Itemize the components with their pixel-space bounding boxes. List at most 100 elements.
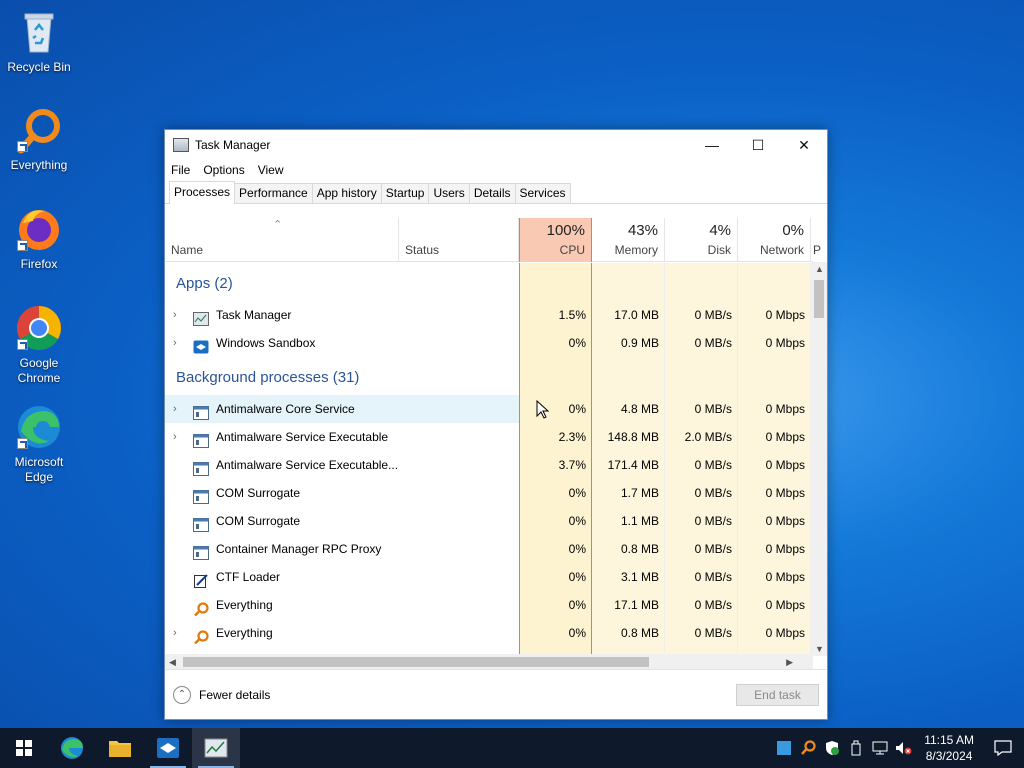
desktop-icon-edge[interactable]: Microsoft Edge [1, 403, 77, 485]
edge-icon [61, 737, 83, 759]
table-row[interactable]: › Windows Sandbox 0% 0.9 MB 0 MB/s 0 Mbp… [165, 329, 813, 357]
task-manager-window: Task Manager — ☐ ✕ File Options View Pro… [164, 129, 828, 720]
expand-chevron-icon[interactable]: › [173, 329, 177, 357]
cpu-value: 0% [568, 514, 586, 528]
tray-volume-muted-icon[interactable] [892, 728, 916, 768]
taskbar: 11:15 AM 8/3/2024 [0, 728, 1024, 768]
menu-file[interactable]: File [171, 163, 190, 177]
close-button[interactable]: ✕ [781, 130, 827, 160]
process-name: Container Manager RPC Proxy [216, 542, 382, 556]
magnifier-icon [193, 626, 209, 645]
vertical-scrollbar[interactable]: ▲ ▼ [811, 262, 827, 656]
minimize-button[interactable]: — [689, 130, 735, 160]
firefox-icon [15, 205, 63, 253]
table-row[interactable]: › Everything 0% 0.8 MB 0 MB/s 0 Mbps [165, 619, 813, 647]
service-icon [193, 542, 209, 560]
desktop-icon-chrome[interactable]: Google Chrome [1, 304, 77, 386]
sandbox-icon [193, 336, 209, 354]
cpu-value: 0% [568, 402, 586, 416]
taskbar-windows-sandbox[interactable] [144, 728, 192, 768]
magnifier-icon [193, 598, 209, 617]
title-bar[interactable]: Task Manager — ☐ ✕ [165, 130, 827, 160]
table-row[interactable]: CTF Loader 0% 3.1 MB 0 MB/s 0 Mbps [165, 563, 813, 591]
scroll-up-icon[interactable]: ▲ [815, 264, 824, 274]
fewer-details-label: Fewer details [199, 687, 271, 702]
process-name: COM Surrogate [216, 514, 301, 528]
scroll-left-icon[interactable]: ◀ [169, 657, 176, 668]
column-header-name[interactable]: ⌃ Name [165, 218, 399, 262]
taskbar-task-manager[interactable] [192, 728, 240, 768]
mouse-cursor-icon [536, 400, 550, 419]
tray-network-icon[interactable] [868, 728, 892, 768]
system-clock[interactable]: 11:15 AM 8/3/2024 [916, 732, 982, 764]
table-row[interactable]: › Task Manager 1.5% 17.0 MB 0 MB/s 0 Mbp… [165, 301, 813, 329]
desktop-icon-firefox[interactable]: Firefox [1, 205, 77, 272]
table-row[interactable]: Container Manager RPC Proxy 0% 0.8 MB 0 … [165, 535, 813, 563]
expand-chevron-icon[interactable]: › [173, 423, 177, 451]
process-name: Everything [216, 598, 273, 612]
column-header-status[interactable]: Status [399, 218, 519, 262]
table-row[interactable]: › Antimalware Service Executable 2.3% 14… [165, 423, 813, 451]
column-header-memory[interactable]: 43% Memory [592, 218, 665, 262]
tab-users[interactable]: Users [428, 183, 470, 203]
windows-logo-icon [16, 740, 32, 756]
table-row[interactable]: › Antimalware Core Service 0% 4.8 MB 0 M… [165, 395, 813, 423]
table-row[interactable]: Everything 0% 17.1 MB 0 MB/s 0 Mbps [165, 591, 813, 619]
expand-chevron-icon[interactable]: › [173, 395, 177, 423]
desktop-icon-label: Firefox [20, 257, 58, 271]
horizontal-scrollbar[interactable]: ◀ ▶ [165, 654, 813, 670]
column-header-network[interactable]: 0% Network [738, 218, 811, 262]
scroll-down-icon[interactable]: ▼ [815, 644, 824, 654]
memory-value: 17.0 MB [614, 308, 659, 322]
menu-view[interactable]: View [258, 163, 284, 177]
tab-app-history[interactable]: App history [311, 183, 382, 203]
table-row[interactable]: Antimalware Service Executable... 3.7% 1… [165, 451, 813, 479]
column-header-disk[interactable]: 4% Disk [665, 218, 738, 262]
notification-center-button[interactable] [982, 728, 1024, 768]
maximize-button[interactable]: ☐ [735, 130, 781, 160]
group-header-background: Background processes (31) [176, 369, 360, 386]
cpu-value: 0% [568, 336, 586, 350]
taskbar-edge[interactable] [48, 728, 96, 768]
tray-security-shield-icon[interactable] [820, 728, 844, 768]
tray-sandbox-icon[interactable] [772, 728, 796, 768]
end-task-button[interactable]: End task [736, 683, 819, 706]
disk-value: 0 MB/s [694, 402, 732, 416]
start-button[interactable] [0, 728, 48, 768]
footer: ⌃ Fewer details End task [165, 669, 827, 719]
table-row[interactable]: COM Surrogate 0% 1.7 MB 0 MB/s 0 Mbps [165, 479, 813, 507]
process-name: Everything [216, 626, 273, 640]
cpu-value: 0% [568, 570, 586, 584]
menu-options[interactable]: Options [203, 163, 244, 177]
desktop-icon-everything[interactable]: Everything [1, 106, 77, 173]
tray-everything-icon[interactable] [796, 728, 820, 768]
tab-performance[interactable]: Performance [234, 183, 313, 203]
tab-details[interactable]: Details [468, 183, 516, 203]
process-name: Antimalware Service Executable [216, 430, 389, 444]
cpu-value: 0% [568, 486, 586, 500]
taskbar-file-explorer[interactable] [96, 728, 144, 768]
network-value: 0 Mbps [765, 514, 805, 528]
memory-value: 1.7 MB [620, 486, 659, 500]
table-row[interactable]: COM Surrogate 0% 1.1 MB 0 MB/s 0 Mbps [165, 507, 813, 535]
tab-processes[interactable]: Processes [169, 181, 236, 204]
cpu-value: 1.5% [558, 308, 586, 322]
task-manager-icon [173, 138, 189, 152]
tab-services[interactable]: Services [514, 183, 571, 203]
network-value: 0 Mbps [765, 626, 805, 640]
notification-icon [994, 740, 1012, 756]
service-icon [193, 458, 209, 476]
scroll-right-icon[interactable]: ▶ [786, 657, 793, 668]
expand-chevron-icon[interactable]: › [173, 301, 177, 329]
cpu-value: 2.3% [558, 430, 586, 444]
desktop-icon-recycle-bin[interactable]: Recycle Bin [1, 8, 77, 75]
tray-usb-icon[interactable] [844, 728, 868, 768]
tab-startup[interactable]: Startup [380, 183, 430, 203]
horizontal-scroll-thumb[interactable] [183, 657, 649, 667]
fewer-details-button[interactable]: ⌃ Fewer details [173, 685, 271, 704]
process-name: Antimalware Service Executable... [216, 458, 399, 472]
expand-chevron-icon[interactable]: › [173, 619, 177, 647]
column-header-power[interactable]: P [811, 218, 821, 262]
column-header-cpu[interactable]: 100% CPU [519, 218, 592, 262]
vertical-scroll-thumb[interactable] [814, 280, 824, 318]
